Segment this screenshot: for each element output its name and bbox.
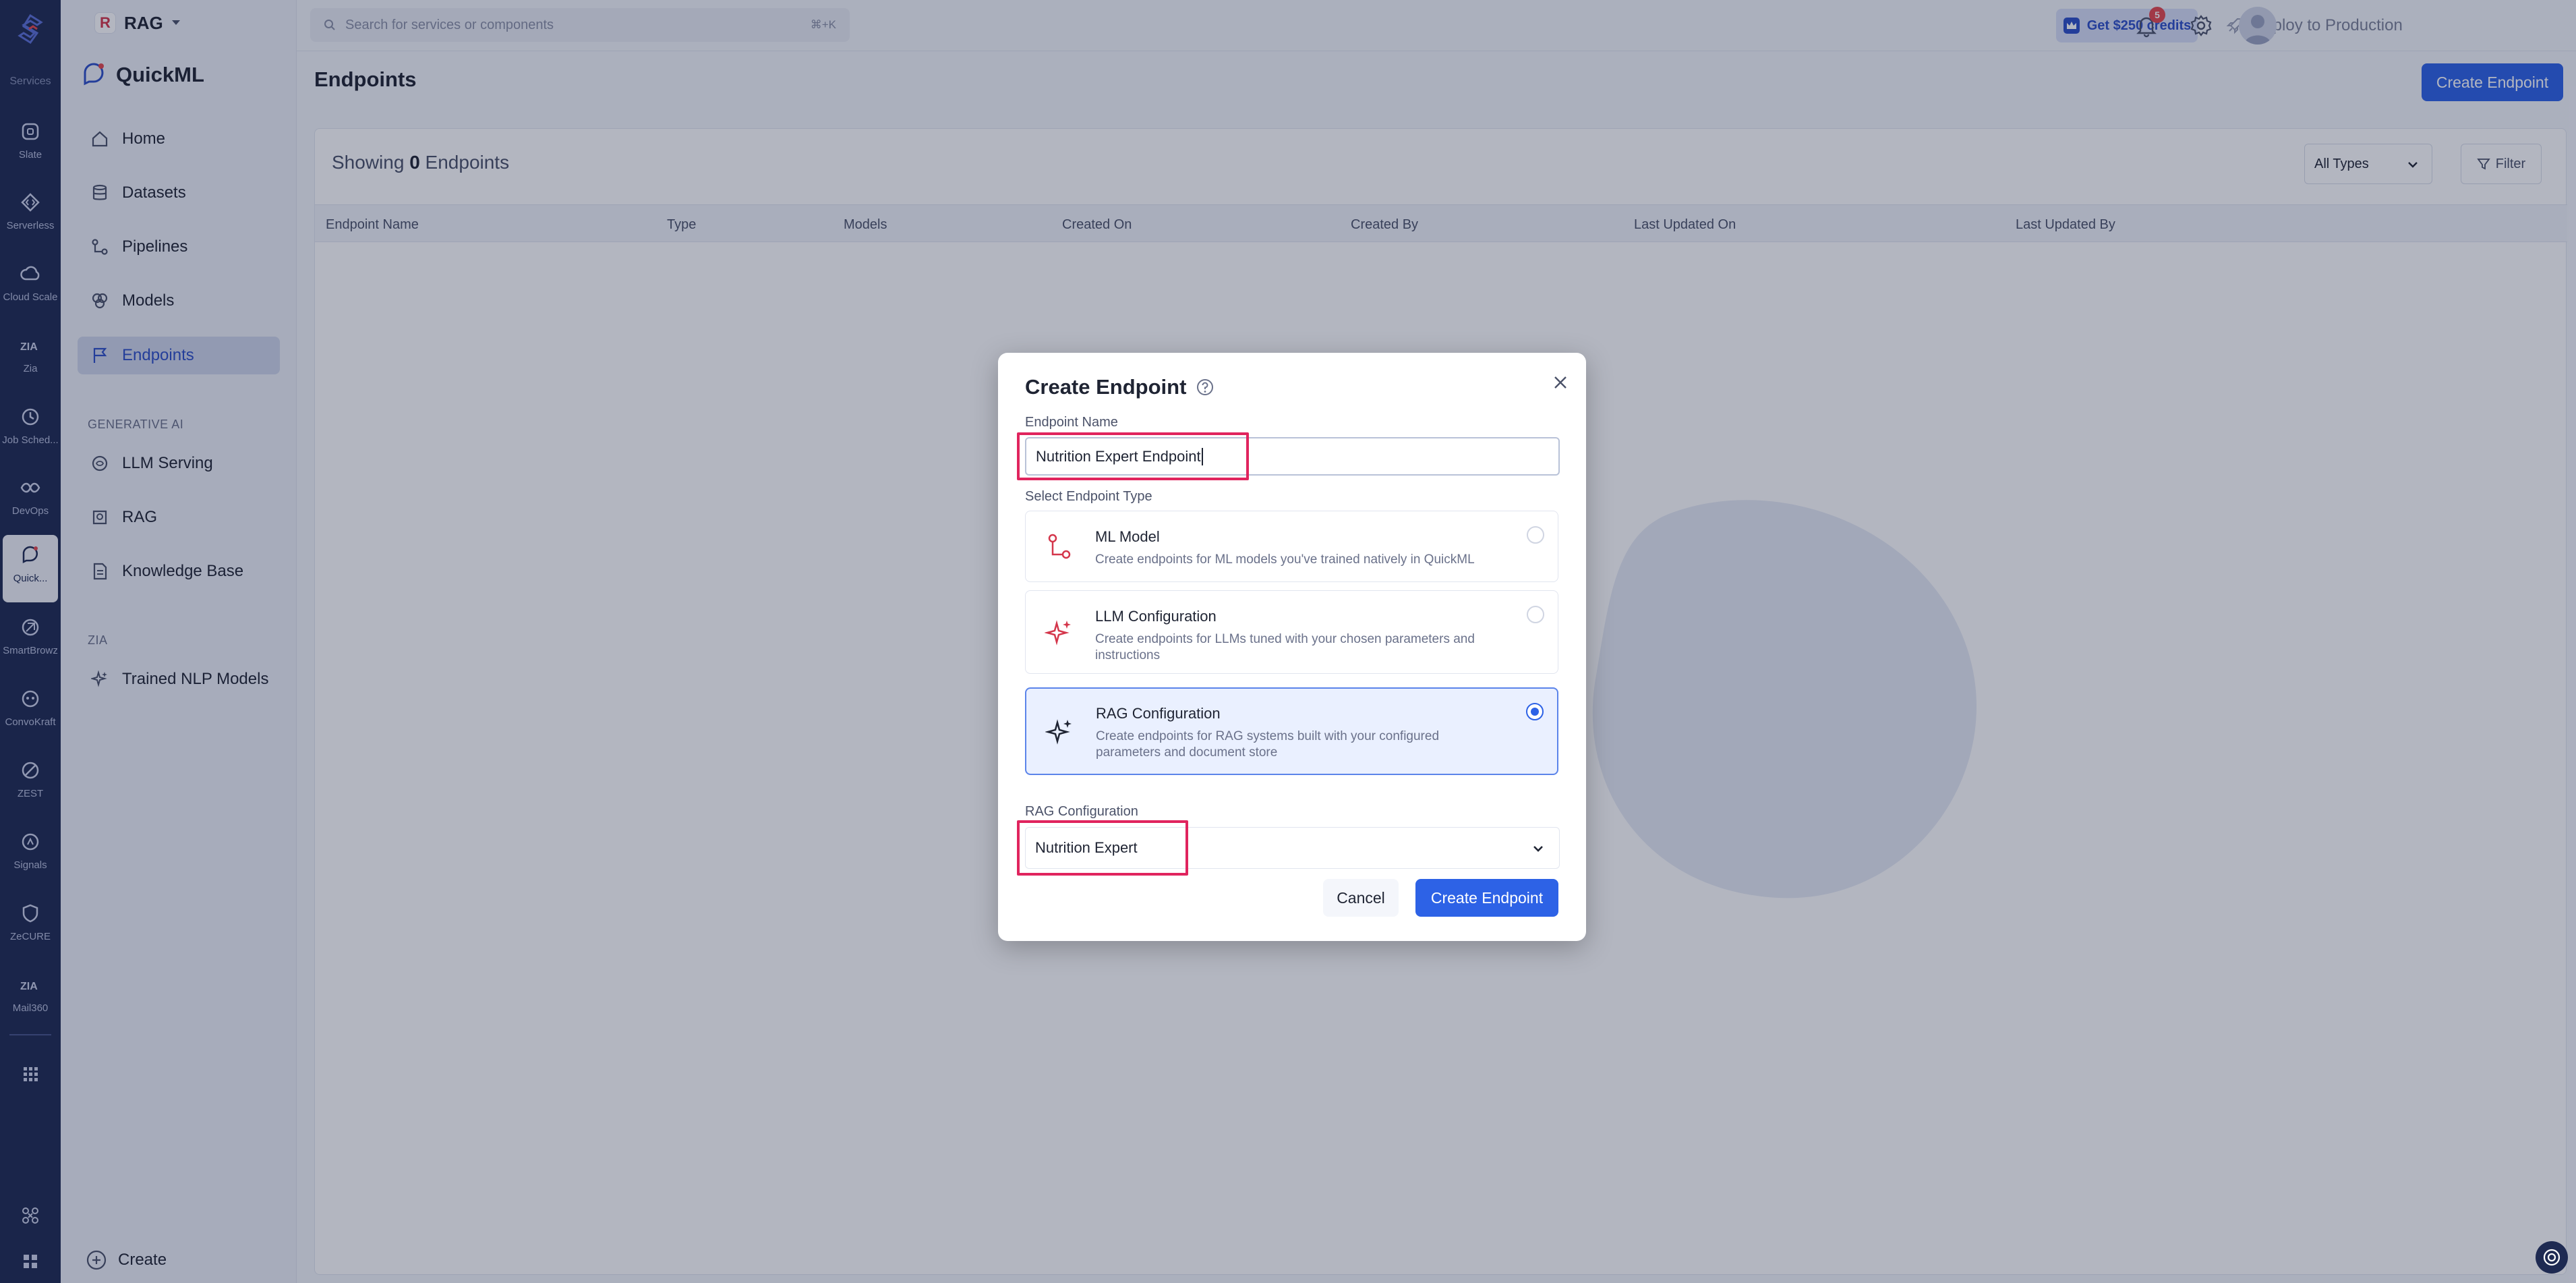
option-llm-configuration[interactable]: LLM Configuration Create endpoints for L… [1025,590,1558,674]
cancel-button[interactable]: Cancel [1323,879,1399,917]
support-icon [2543,1249,2560,1266]
option-radio-selected[interactable] [1526,703,1544,720]
sparkle-icon [1045,719,1072,745]
endpoint-type-label: Select Endpoint Type [1025,489,1152,504]
option-ml-model[interactable]: ML Model Create endpoints for ML models … [1025,511,1558,582]
option-radio[interactable] [1527,526,1544,544]
option-rag-configuration[interactable]: RAG Configuration Create endpoints for R… [1025,687,1558,775]
highlight-box [1017,820,1188,876]
option-title: ML Model [1095,528,1160,545]
ml-model-icon [1048,534,1071,559]
endpoint-name-label: Endpoint Name [1025,415,1118,430]
option-title: LLM Configuration [1095,608,1217,625]
option-description: Create endpoints for ML models you've tr… [1095,552,1475,567]
create-endpoint-submit-button[interactable]: Create Endpoint [1415,879,1558,917]
help-icon[interactable] [1196,378,1214,397]
option-title: RAG Configuration [1096,705,1221,722]
help-button[interactable] [2536,1241,2568,1274]
sparkle-icon [1045,620,1071,646]
rag-configuration-label: RAG Configuration [1025,804,1138,819]
option-radio[interactable] [1527,606,1544,623]
modal-title: Create Endpoint [1025,375,1214,399]
chevron-down-icon [1533,846,1543,852]
option-description: Create endpoints for LLMs tuned with you… [1095,632,1475,662]
option-description: Create endpoints for RAG systems built w… [1096,729,1440,760]
highlight-box [1017,432,1249,480]
close-icon[interactable] [1550,372,1571,393]
modal-title-text: Create Endpoint [1025,375,1187,399]
create-endpoint-modal: Create Endpoint Endpoint Name Nutrition … [998,353,1586,941]
